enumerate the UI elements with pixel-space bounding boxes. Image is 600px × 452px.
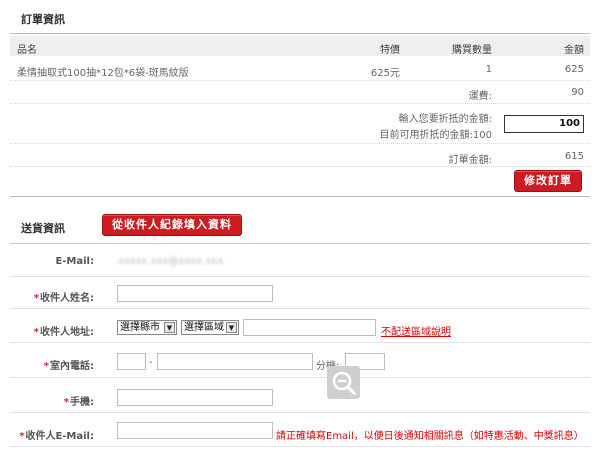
zoom-out-icon: [332, 371, 356, 395]
col-header-name: 品名: [17, 45, 37, 56]
recipient-name-input[interactable]: [117, 285, 273, 302]
required-marker: *: [33, 327, 39, 338]
item-name: 柔情抽取式100抽*12包*6袋-斑馬紋版: [17, 68, 189, 79]
item-price: 625元: [370, 68, 400, 79]
email-note: 請正確填寫Email，以便日後通知相關訊息（如特惠活動、中獎訊息）: [276, 431, 584, 442]
delivery-section-title: 送貨資訊: [21, 222, 65, 235]
mobile-label-text: 手機:: [70, 397, 94, 408]
total-label: 訂單金額:: [448, 155, 492, 166]
address-input[interactable]: [243, 319, 376, 336]
divider: [10, 446, 590, 447]
divider: [10, 33, 590, 34]
area-select[interactable]: 選擇區域 ▼: [181, 320, 239, 335]
required-marker: *: [19, 431, 25, 442]
divider: [360, 377, 590, 378]
total-value: 615: [564, 151, 584, 162]
phone-label: *室內電話:: [10, 357, 94, 372]
city-select[interactable]: 選擇縣市 ▼: [117, 320, 177, 335]
shipping-label: 運費:: [468, 91, 492, 102]
discount-amount-input[interactable]: 100: [504, 115, 584, 133]
recipient-email-label: *收件人E-Mail:: [10, 427, 94, 442]
fill-from-recipient-record-button[interactable]: 從收件人紀錄填入資料: [102, 214, 242, 236]
divider: [10, 412, 590, 413]
required-marker: *: [43, 361, 49, 372]
col-header-amount: 金額: [564, 45, 584, 56]
area-select-value: 選擇區域: [184, 322, 224, 333]
order-section-title: 訂單資訊: [21, 13, 65, 26]
divider: [10, 308, 590, 309]
recipient-email-input[interactable]: [117, 422, 273, 439]
item-qty: 1: [485, 64, 492, 75]
city-select-value: 選擇縣市: [120, 322, 160, 333]
recipient-address-label: *收件人地址:: [10, 323, 94, 338]
email-value: xxxxx.xxx@xxxx.xxx: [118, 256, 224, 267]
phone-dash: -: [149, 357, 153, 368]
discount-label: 輸入您要折抵的金額:: [398, 114, 492, 125]
recipient-name-label-text: 收件人姓名:: [40, 293, 94, 304]
phone-number-input[interactable]: [157, 353, 313, 370]
divider: [10, 342, 590, 343]
divider: [10, 196, 590, 197]
mobile-label: *手機:: [10, 393, 94, 408]
modify-order-button[interactable]: 修改訂單: [514, 170, 582, 192]
required-marker: *: [33, 293, 39, 304]
required-marker: *: [63, 397, 69, 408]
shipping-value: 90: [571, 87, 584, 98]
recipient-address-label-text: 收件人地址:: [40, 327, 94, 338]
chevron-down-icon: ▼: [164, 322, 175, 333]
divider: [10, 243, 590, 244]
item-amount: 625: [564, 64, 584, 75]
divider: [10, 166, 590, 167]
discount-available: 目前可用折扺的金額:100: [379, 130, 492, 141]
divider: [10, 377, 327, 378]
divider: [10, 103, 590, 104]
col-header-price: 特價: [380, 45, 400, 56]
divider: [10, 276, 590, 277]
divider: [10, 143, 590, 144]
no-delivery-area-link[interactable]: 不配送區域說明: [381, 323, 451, 338]
recipient-email-label-text: 收件人E-Mail:: [25, 431, 94, 442]
email-label: E-Mail:: [55, 256, 94, 267]
mobile-input[interactable]: [117, 389, 273, 406]
divider: [10, 80, 590, 81]
zoom-out-button[interactable]: [327, 366, 360, 399]
recipient-name-label: *收件人姓名:: [10, 289, 94, 304]
chevron-down-icon: ▼: [226, 322, 237, 333]
order-table-header: [10, 36, 590, 56]
col-header-qty: 購買數量: [452, 45, 492, 56]
phone-area-code-input[interactable]: [117, 353, 146, 370]
phone-label-text: 室內電話:: [50, 361, 94, 372]
